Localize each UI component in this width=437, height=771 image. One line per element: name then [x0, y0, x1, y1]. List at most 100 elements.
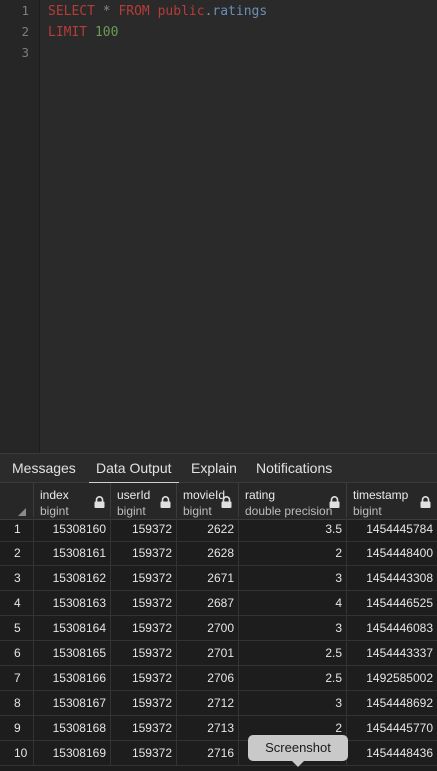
cell-movieid[interactable]: 2628: [177, 541, 239, 565]
cell-userid[interactable]: 159372: [111, 591, 177, 615]
cell-index[interactable]: 15308165: [34, 641, 111, 665]
row-number[interactable]: 9: [0, 716, 34, 740]
sql-editor[interactable]: 1 2 3 SELECT * FROM public.ratings LIMIT…: [0, 0, 437, 453]
cell-userid[interactable]: 159372: [111, 641, 177, 665]
cell-index[interactable]: 15308168: [34, 716, 111, 740]
table-row[interactable]: 1 15308160 159372 2622 3.5 1454445784: [0, 517, 437, 542]
table-row[interactable]: 8 15308167 159372 2712 3 1454448692: [0, 691, 437, 716]
row-number[interactable]: 3: [0, 566, 34, 590]
cell-timestamp[interactable]: 1454448436: [347, 741, 437, 765]
cell-userid[interactable]: 159372: [111, 616, 177, 640]
row-number[interactable]: 6: [0, 641, 34, 665]
select-all-corner[interactable]: [0, 483, 34, 520]
schema-name: public: [157, 4, 205, 19]
cell-userid[interactable]: 159372: [111, 541, 177, 565]
line-number: 1: [21, 3, 29, 18]
cell-timestamp[interactable]: 1454446083: [347, 616, 437, 640]
cell-index[interactable]: 15308161: [34, 541, 111, 565]
row-number[interactable]: 4: [0, 591, 34, 615]
column-header-userid[interactable]: userId bigint: [111, 483, 177, 520]
tab-explain[interactable]: Explain: [184, 454, 244, 484]
cell-userid[interactable]: 159372: [111, 566, 177, 590]
cell-rating[interactable]: 3.5: [239, 517, 347, 541]
cell-rating[interactable]: 3: [239, 691, 347, 715]
column-name: rating: [245, 488, 276, 502]
cell-timestamp[interactable]: 1454443308: [347, 566, 437, 590]
column-header-rating[interactable]: rating double precision: [239, 483, 347, 520]
row-number[interactable]: 7: [0, 666, 34, 690]
tab-data-output[interactable]: Data Output: [89, 454, 179, 484]
select-all-icon: [18, 508, 26, 516]
cell-index[interactable]: 15308169: [34, 741, 111, 765]
row-number[interactable]: 5: [0, 616, 34, 640]
cell-rating[interactable]: 3: [239, 566, 347, 590]
column-type: bigint: [40, 504, 69, 518]
column-name: timestamp: [353, 488, 409, 502]
cell-movieid[interactable]: 2713: [177, 716, 239, 740]
lock-icon: [221, 496, 232, 508]
code-line[interactable]: LIMIT 100: [48, 23, 118, 43]
cell-movieid[interactable]: 2671: [177, 566, 239, 590]
column-type: bigint: [353, 504, 382, 518]
screenshot-tooltip: Screenshot: [248, 735, 348, 761]
star-operator: *: [102, 4, 111, 19]
lock-icon: [420, 496, 431, 508]
cell-userid[interactable]: 159372: [111, 666, 177, 690]
grid-header: index bigint userId bigint movieId bigin…: [0, 483, 437, 520]
cell-index[interactable]: 15308160: [34, 517, 111, 541]
select-keyword: SELECT: [48, 4, 95, 19]
table-name: ratings: [212, 4, 268, 19]
cell-index[interactable]: 15308164: [34, 616, 111, 640]
column-header-movieid[interactable]: movieId bigint: [177, 483, 239, 520]
tab-messages[interactable]: Messages: [5, 454, 83, 484]
row-number[interactable]: 1: [0, 517, 34, 541]
table-row[interactable]: 7 15308166 159372 2706 2.5 1492585002: [0, 666, 437, 691]
cell-movieid[interactable]: 2716: [177, 741, 239, 765]
cell-index[interactable]: 15308167: [34, 691, 111, 715]
cell-timestamp[interactable]: 1454446525: [347, 591, 437, 615]
cell-userid[interactable]: 159372: [111, 691, 177, 715]
cell-movieid[interactable]: 2622: [177, 517, 239, 541]
cell-timestamp[interactable]: 1454448400: [347, 541, 437, 565]
cell-userid[interactable]: 159372: [111, 716, 177, 740]
table-row[interactable]: 3 15308162 159372 2671 3 1454443308: [0, 566, 437, 591]
table-row[interactable]: 2 15308161 159372 2628 2 1454448400: [0, 541, 437, 566]
line-number: 2: [21, 24, 29, 39]
code-line[interactable]: SELECT * FROM public.ratings: [48, 2, 267, 22]
tab-notifications[interactable]: Notifications: [249, 454, 339, 484]
cell-movieid[interactable]: 2700: [177, 616, 239, 640]
cell-rating[interactable]: 2.5: [239, 641, 347, 665]
cell-rating[interactable]: 3: [239, 616, 347, 640]
cell-index[interactable]: 15308162: [34, 566, 111, 590]
line-number: 3: [21, 45, 29, 60]
cell-timestamp[interactable]: 1454443337: [347, 641, 437, 665]
cell-index[interactable]: 15308166: [34, 666, 111, 690]
column-type: bigint: [117, 504, 146, 518]
cell-movieid[interactable]: 2712: [177, 691, 239, 715]
cell-timestamp[interactable]: 1492585002: [347, 666, 437, 690]
table-row[interactable]: 6 15308165 159372 2701 2.5 1454443337: [0, 641, 437, 666]
cell-movieid[interactable]: 2701: [177, 641, 239, 665]
cell-movieid[interactable]: 2706: [177, 666, 239, 690]
tooltip-arrow: [292, 761, 304, 767]
row-number[interactable]: 10: [0, 741, 34, 765]
row-number[interactable]: 2: [0, 541, 34, 565]
cell-timestamp[interactable]: 1454445770: [347, 716, 437, 740]
cell-movieid[interactable]: 2687: [177, 591, 239, 615]
data-output-grid[interactable]: index bigint userId bigint movieId bigin…: [0, 483, 437, 771]
cell-index[interactable]: 15308163: [34, 591, 111, 615]
row-number[interactable]: 8: [0, 691, 34, 715]
cell-rating[interactable]: 2: [239, 541, 347, 565]
cell-rating[interactable]: 4: [239, 591, 347, 615]
table-row[interactable]: 5 15308164 159372 2700 3 1454446083: [0, 616, 437, 641]
column-header-timestamp[interactable]: timestamp bigint: [347, 483, 437, 520]
cell-rating[interactable]: 2.5: [239, 666, 347, 690]
cell-timestamp[interactable]: 1454448692: [347, 691, 437, 715]
cell-userid[interactable]: 159372: [111, 517, 177, 541]
table-row[interactable]: 9 15308168 159372 2713 2 1454445770: [0, 716, 437, 741]
cell-timestamp[interactable]: 1454445784: [347, 517, 437, 541]
cell-userid[interactable]: 159372: [111, 741, 177, 765]
column-header-index[interactable]: index bigint: [34, 483, 111, 520]
table-row[interactable]: 4 15308163 159372 2687 4 1454446525: [0, 591, 437, 616]
table-row[interactable]: 10 15308169 159372 2716 1454448436: [0, 741, 437, 766]
